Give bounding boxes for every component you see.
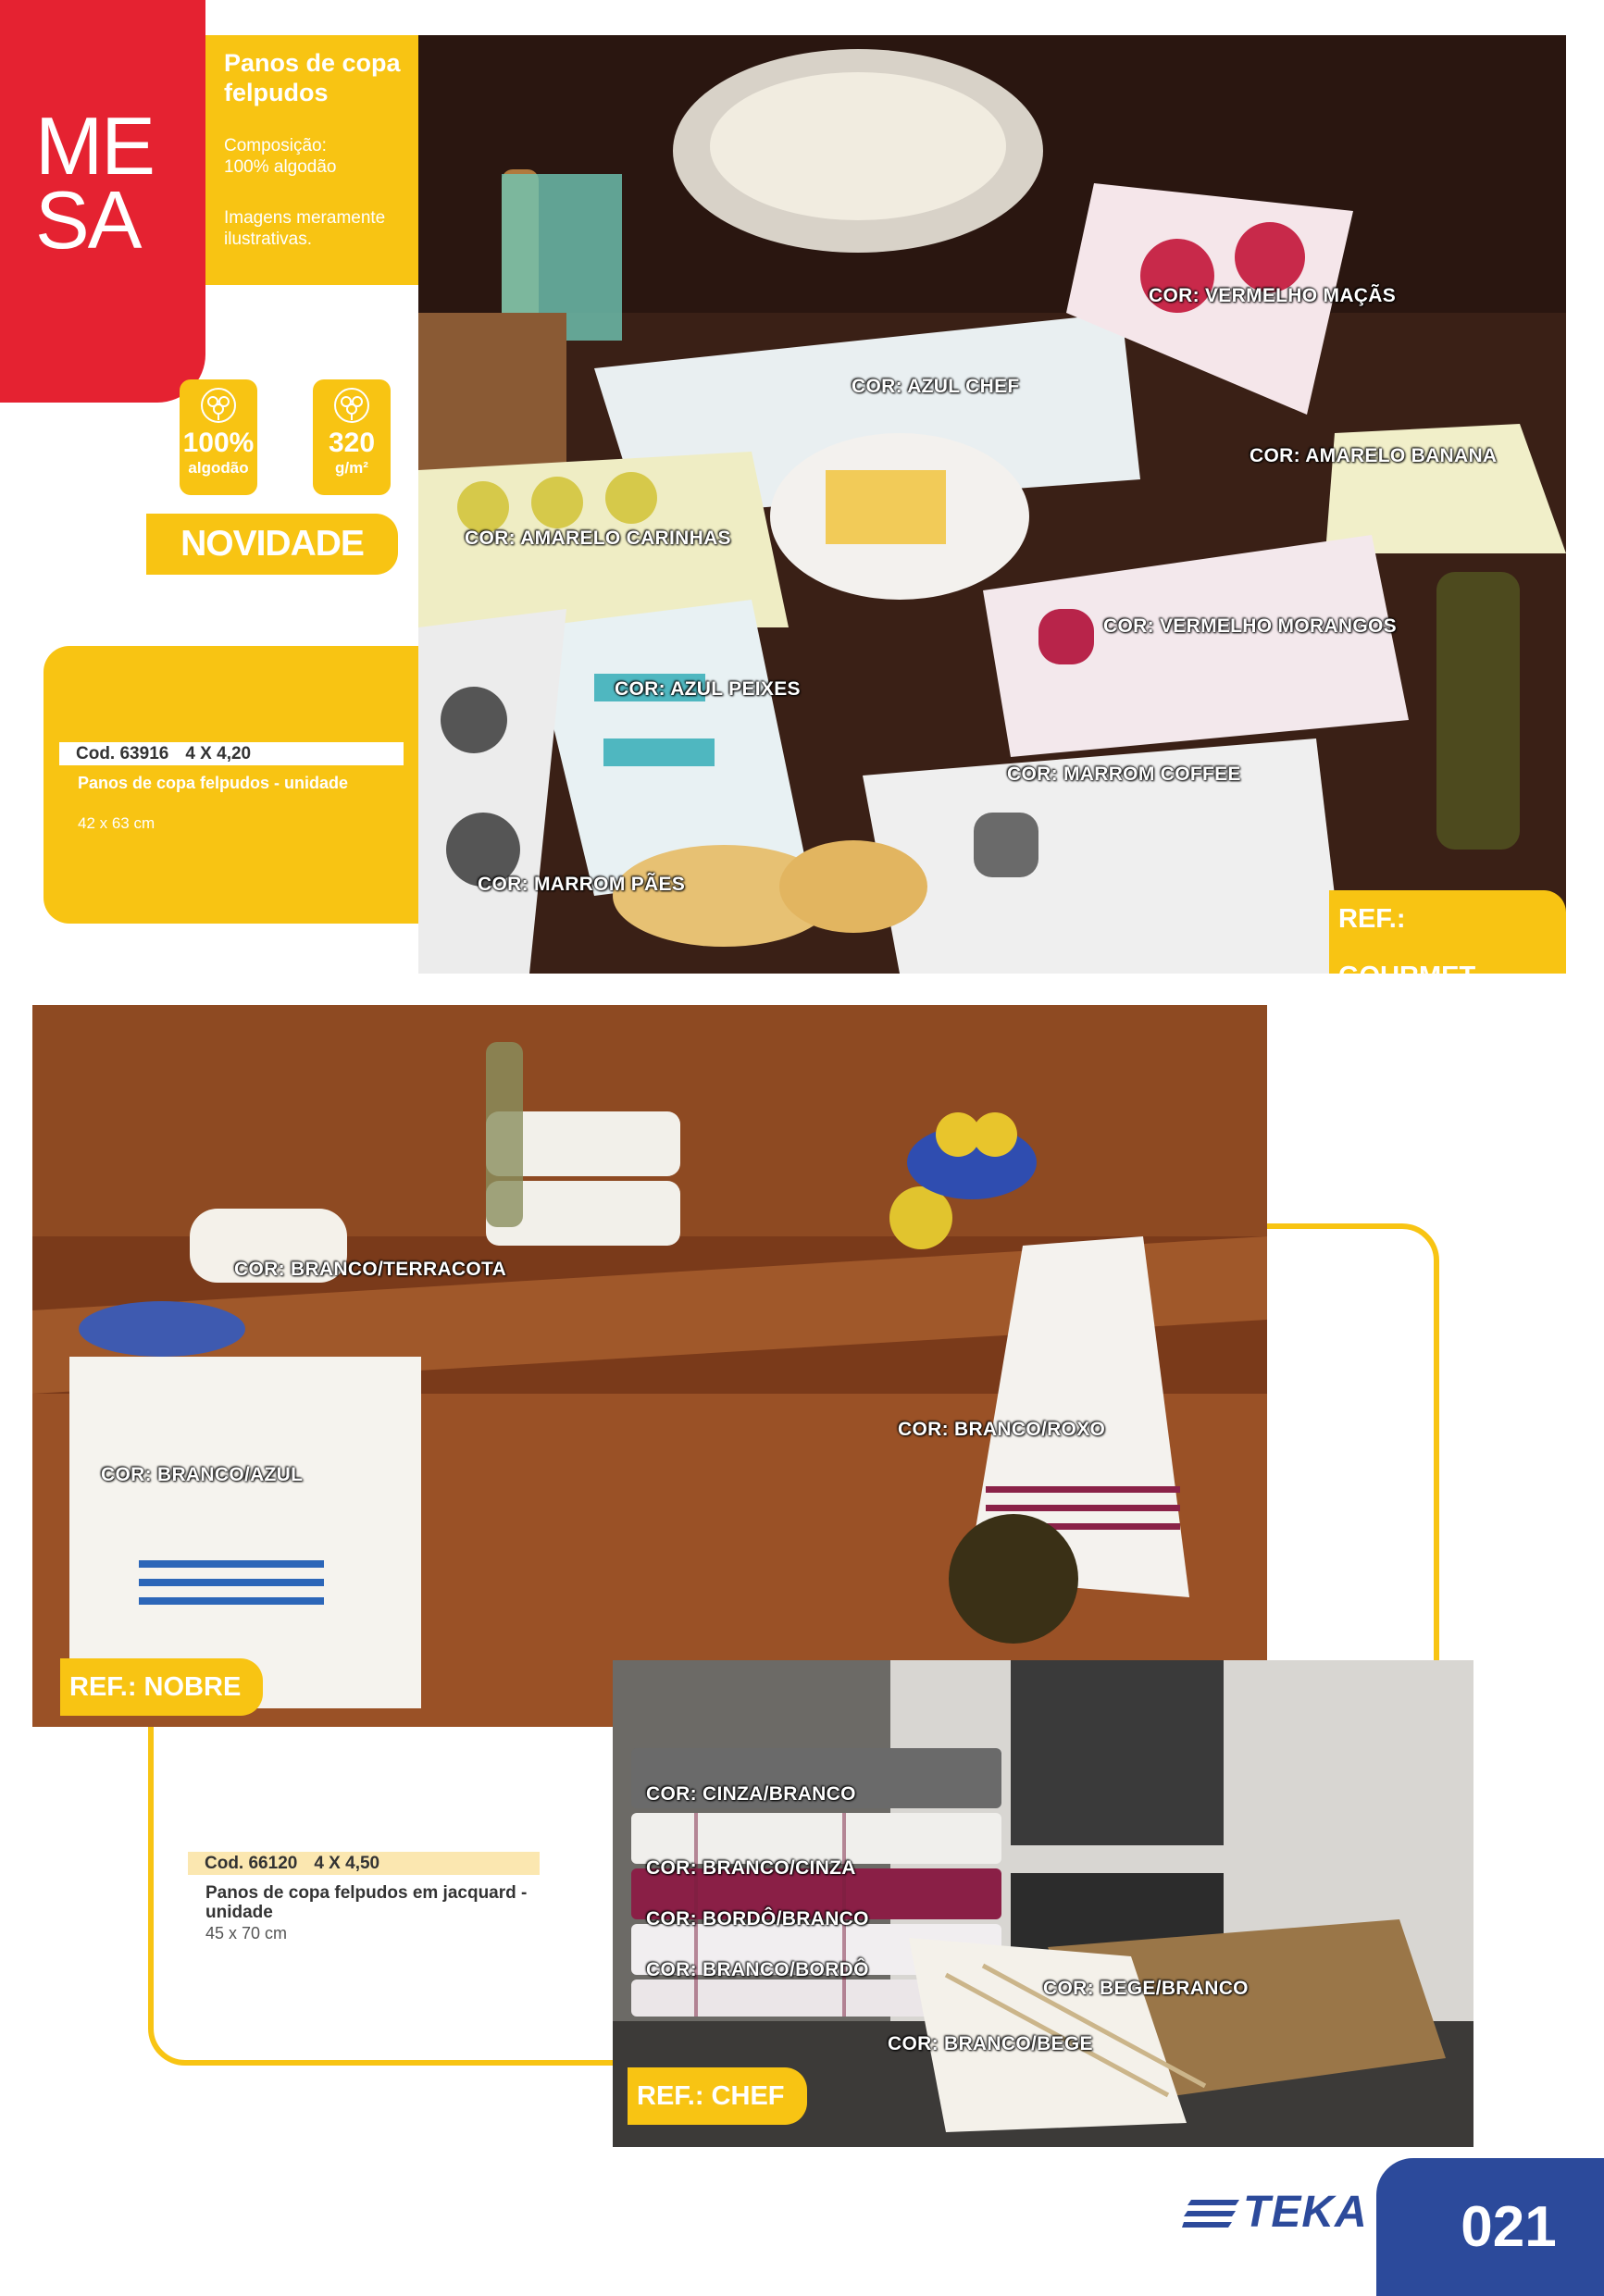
color-label: COR: BRANCO/AZUL [101, 1464, 304, 1485]
product2-pack: 4 X 4,50 [314, 1854, 380, 1873]
color-label: COR: BORDÔ/BRANCO [646, 1908, 869, 1930]
product2-code-bar: Cod. 66120 4 X 4,50 [188, 1852, 540, 1875]
color-label: COR: AMARELO CARINHAS [465, 527, 731, 549]
cotton-percent: 100% [182, 428, 255, 458]
cotton-label: algodão [188, 459, 249, 477]
product1-code-bar: Cod. 63916 4 X 4,20 [59, 742, 404, 765]
color-label: COR: BEGE/BRANCO [1043, 1978, 1249, 1999]
color-label: COR: CINZA/BRANCO [646, 1783, 856, 1805]
color-label: COR: MARROM COFFEE [1007, 763, 1241, 785]
ref-label: REF.: GOURMET [1329, 890, 1566, 974]
product2-code: Cod. 66120 [205, 1854, 298, 1873]
brand-name: TEKA [1243, 2188, 1368, 2237]
ref-label: REF.: NOBRE [60, 1658, 264, 1716]
product2-size: 45 x 70 cm [205, 1924, 288, 1942]
novidade-badge: NOVIDADE [146, 514, 398, 575]
color-label: COR: BRANCO/BORDÔ [646, 1959, 869, 1980]
nobre-photo-image [32, 1005, 1267, 1727]
product2-name: Panos de copa felpudos em jacquard - uni… [205, 1883, 528, 1922]
color-label: COR: BRANCO/BEGE [888, 2033, 1093, 2054]
product1-code: Cod. 63916 [76, 744, 169, 763]
color-label: COR: BRANCO/ROXO [898, 1419, 1106, 1440]
cotton-flower-icon [334, 388, 369, 423]
product1-pack: 4 X 4,20 [185, 744, 252, 763]
gourmet-photo-image [418, 35, 1566, 974]
color-label: COR: AZUL PEIXES [615, 678, 801, 700]
product1-name: Panos de copa felpudos - unidade [78, 774, 349, 792]
color-label: COR: AZUL CHEF [852, 376, 1020, 397]
color-label: COR: VERMELHO MAÇÃS [1149, 285, 1397, 306]
photo-nobre: COR: BRANCO/TERRACOTA COR: BRANCO/ROXO C… [32, 1005, 1267, 1727]
cotton-flower-icon [201, 388, 236, 423]
color-label: COR: BRANCO/TERRACOTA [234, 1259, 507, 1280]
weight-unit: g/m² [335, 459, 368, 477]
product1-size: 42 x 63 cm [78, 814, 155, 832]
color-label: COR: VERMELHO MORANGOS [1103, 615, 1397, 637]
color-label: COR: BRANCO/CINZA [646, 1857, 856, 1879]
section-title: ME SA [35, 100, 155, 266]
photo-chef: COR: CINZA/BRANCO COR: BRANCO/CINZA COR:… [613, 1660, 1473, 2147]
brand-logo: TEKA [1182, 2190, 1368, 2236]
cotton-badge: 100% algodão [180, 379, 257, 495]
color-label: COR: AMARELO BANANA [1250, 445, 1498, 466]
weight-badge: 320 g/m² [313, 379, 391, 495]
page-number: 021 [1461, 2195, 1557, 2259]
color-label: COR: MARROM PÃES [478, 874, 686, 895]
ref-label: REF.: CHEF [628, 2067, 807, 2125]
weight-value: 320 [328, 428, 376, 458]
photo-gourmet: COR: VERMELHO MAÇÃS COR: AZUL CHEF COR: … [418, 35, 1566, 974]
brand-stripes-icon [1182, 2200, 1239, 2228]
